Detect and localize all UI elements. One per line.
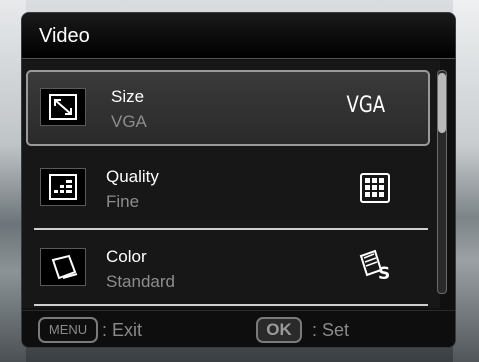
menu-item-label: Size (111, 87, 145, 106)
quality-icon (40, 168, 86, 206)
ok-key-icon[interactable]: OK (256, 317, 302, 343)
standard-color-icon: S (358, 248, 394, 287)
row-divider (34, 304, 428, 306)
menu-item-label: Quality (106, 167, 159, 186)
menu-title: Video (39, 25, 90, 47)
title-bar: Video (22, 13, 455, 59)
menu-item-label: Color (106, 247, 147, 266)
menu-item-size[interactable]: Size VGA VGA (26, 70, 430, 146)
exit-hint: : Exit (102, 320, 143, 340)
menu-item-value: Fine (106, 192, 140, 211)
video-menu-panel: Video Size VGA VGA Quality Fine Color St… (22, 13, 455, 347)
scrollbar[interactable] (437, 70, 447, 294)
menu-key-icon[interactable]: MENU (38, 317, 98, 343)
scrollbar-thumb[interactable] (438, 73, 446, 133)
menu-item-value: Standard (106, 272, 175, 291)
footer-hints: MENU : Exit OK : Set (22, 310, 455, 347)
set-hint: : Set (312, 320, 350, 340)
menu-item-quality[interactable]: Quality Fine (22, 150, 440, 228)
menu-item-color[interactable]: Color Standard S (22, 230, 440, 308)
color-icon (40, 248, 86, 286)
vga-setting-indicator: VGA (346, 93, 385, 118)
menu-list: Size VGA VGA Quality Fine Color Standard… (22, 60, 440, 308)
menu-item-value: VGA (111, 112, 147, 131)
svg-text:S: S (378, 264, 390, 282)
background-scenery-right (453, 0, 479, 362)
resize-icon (40, 88, 86, 126)
fine-grid-icon (360, 173, 390, 208)
